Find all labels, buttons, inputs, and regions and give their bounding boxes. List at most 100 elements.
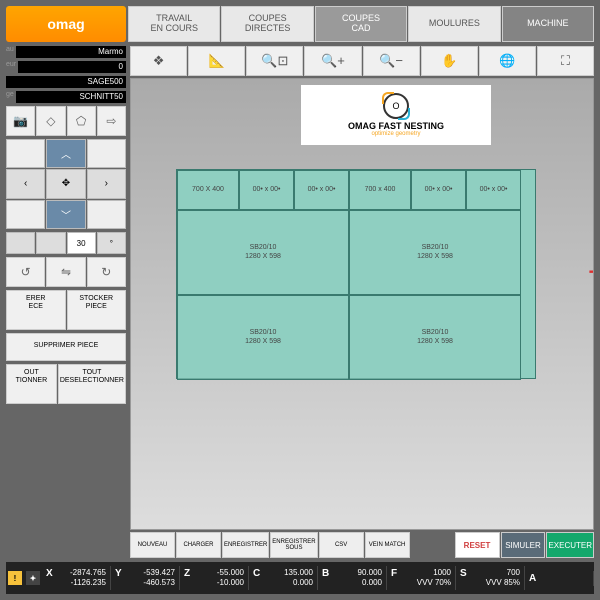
cut-top[interactable]: 700 X 400 (177, 170, 239, 210)
next-arrow-icon[interactable]: ➔ (588, 259, 594, 284)
axis-x: X-2874.765-1126.235 (42, 566, 111, 589)
step-b[interactable] (36, 232, 65, 254)
cmd-spacer (411, 532, 454, 558)
tout-selectionner-button[interactable]: OUT TIONNER (6, 364, 57, 404)
tab-moulures[interactable]: MOULURES (408, 6, 500, 42)
simuler-button[interactable]: SIMULER (501, 532, 546, 558)
measure-button[interactable]: 📐 (188, 46, 245, 76)
middle-area: auMarmo eur0 SAGE500 geSCHNITT50 📷 ◇ ⬠ ⇨… (6, 46, 594, 558)
camera-button[interactable]: 📷 (6, 106, 35, 136)
right-area: ❖ 📐 🔍⊡ 🔍+ 🔍− ✋ 🌐 ⛶ O OMAG FAST NESTING o… (130, 46, 594, 558)
cut-top[interactable]: 00• x 00• (294, 170, 349, 210)
layer-button[interactable]: ◇ (36, 106, 65, 136)
pad-left[interactable]: ‹ (6, 169, 45, 198)
pad-down[interactable]: ﹀ (46, 200, 85, 229)
axis-y: Y-539.427-460.573 (111, 566, 180, 589)
top-row: omag TRAVAIL EN COURS COUPES DIRECTES CO… (6, 6, 594, 42)
warning-icon[interactable]: ! (8, 571, 22, 585)
left-panel: auMarmo eur0 SAGE500 geSCHNITT50 📷 ◇ ⬠ ⇨… (6, 46, 126, 558)
ref2-label: ge (6, 91, 14, 101)
chevron-left-icon: ‹ (24, 178, 27, 189)
ruler-icon: 📐 (209, 53, 225, 69)
cut-top[interactable]: 00• x 00• (239, 170, 294, 210)
rotate-cw-button[interactable]: ↻ (87, 257, 126, 287)
zoom-out-button[interactable]: 🔍− (363, 46, 420, 76)
tab-travail-en-cours[interactable]: TRAVAIL EN COURS (128, 6, 220, 42)
pad-center[interactable]: ✥ (46, 169, 85, 198)
camera-icon: 📷 (13, 114, 28, 128)
rotate-cw-icon: ↻ (101, 265, 111, 279)
tout-deselectionner-button[interactable]: TOUT DESELECTIONNER (58, 364, 126, 404)
axis-f: F1000VVV 70% (387, 566, 456, 589)
pan-button[interactable]: ✋ (421, 46, 478, 76)
cut-main[interactable]: SB20/101280 X 598 (349, 295, 521, 380)
step-c[interactable]: 30 (67, 232, 96, 254)
pad-blank-2 (87, 139, 126, 168)
tool-icon[interactable]: ✦ (26, 571, 40, 585)
tab-coupes-directes[interactable]: COUPES DIRECTES (221, 6, 313, 42)
pad-blank-3 (6, 200, 45, 229)
cut-main[interactable]: SB20/101280 X 598 (349, 210, 521, 295)
orbit-icon: 🌐 (499, 53, 515, 69)
select-buttons-row: OUT TIONNER TOUT DESELECTIONNER (6, 364, 126, 404)
cut-main[interactable]: SB20/101280 X 598 (177, 295, 349, 380)
chevron-right-icon: › (105, 178, 108, 189)
reset-button[interactable]: RESET (455, 532, 500, 558)
step-row: 30 ° (6, 232, 126, 254)
rotate-ccw-button[interactable]: ↺ (6, 257, 45, 287)
flip-button[interactable]: ⇋ (46, 257, 85, 287)
generer-piece-button[interactable]: ERER ECE (6, 290, 66, 330)
cut-top[interactable]: 00• x 00• (411, 170, 466, 210)
main-tabs: TRAVAIL EN COURS COUPES DIRECTES COUPES … (128, 6, 594, 42)
tab-machine[interactable]: MACHINE (502, 6, 594, 42)
left-toolbar-1: 📷 ◇ ⬠ ⇨ (6, 106, 126, 136)
fit-icon: ⛶ (561, 53, 570, 69)
stocker-piece-button[interactable]: STOCKER PIECE (67, 290, 127, 330)
shape-button[interactable]: ⬠ (67, 106, 96, 136)
left-toolbar-2: ↺ ⇋ ↻ (6, 257, 126, 287)
material-label: au (6, 46, 14, 56)
axis-z: Z-55.000-10.000 (180, 566, 249, 589)
supprimer-piece-button[interactable]: SUPPRIMER PIECE (6, 333, 126, 361)
piece-buttons-row: ERER ECE STOCKER PIECE (6, 290, 126, 330)
rotate-ccw-icon: ↺ (21, 265, 31, 279)
zoom-out-icon: 🔍− (379, 53, 403, 69)
nouveau-button[interactable]: NOUVEAU (130, 532, 175, 558)
cut-top[interactable]: 00• x 00• (466, 170, 521, 210)
nesting-canvas[interactable]: O OMAG FAST NESTING optimize geometry 70… (130, 78, 594, 530)
fit-button[interactable]: ⛶ (537, 46, 594, 76)
zoom-fit-icon: 🔍⊡ (261, 53, 288, 69)
export-button[interactable]: ⇨ (97, 106, 126, 136)
material-value: Marmo (16, 46, 126, 58)
axis-b: B90.0000.000 (318, 566, 387, 589)
thickness-value: 0 (18, 61, 126, 73)
zoom-fit-button[interactable]: 🔍⊡ (246, 46, 303, 76)
flip-icon: ⇋ (61, 265, 71, 279)
app-root: omag TRAVAIL EN COURS COUPES DIRECTES CO… (0, 0, 600, 600)
layers-button[interactable]: ❖ (130, 46, 187, 76)
fast-nesting-subtitle: optimize geometry (371, 131, 420, 137)
pad-right[interactable]: › (87, 169, 126, 198)
ref2-value: SCHNITT50 (16, 91, 126, 103)
pad-up[interactable]: ︿ (46, 139, 85, 168)
csv-button[interactable]: CSV (319, 532, 364, 558)
slab[interactable]: 700 X 40000• x 00•00• x 00•700 x 40000• … (176, 169, 536, 379)
orbit-button[interactable]: 🌐 (479, 46, 536, 76)
axis-c: C135.0000.000 (249, 566, 318, 589)
veinmatch-button[interactable]: VEIN MATCH (365, 532, 410, 558)
zoom-in-button[interactable]: 🔍+ (304, 46, 361, 76)
cut-top[interactable]: 700 x 400 (349, 170, 411, 210)
executer-button[interactable]: EXECUTER (546, 532, 594, 558)
ref1-value: SAGE500 (6, 76, 126, 88)
hand-icon: ✋ (441, 53, 457, 69)
enregistrer-sous-button[interactable]: ENREGISTRER SOUS (270, 532, 317, 558)
chevron-down-icon: ﹀ (61, 207, 71, 222)
step-a[interactable] (6, 232, 35, 254)
charger-button[interactable]: CHARGER (176, 532, 221, 558)
logo: omag (6, 6, 126, 42)
axis-a: A (525, 571, 594, 586)
step-d: ° (97, 232, 126, 254)
enregistrer-button[interactable]: ENREGISTRER (222, 532, 269, 558)
tab-coupes-cad[interactable]: COUPES CAD (315, 6, 407, 42)
cut-main[interactable]: SB20/101280 X 598 (177, 210, 349, 295)
